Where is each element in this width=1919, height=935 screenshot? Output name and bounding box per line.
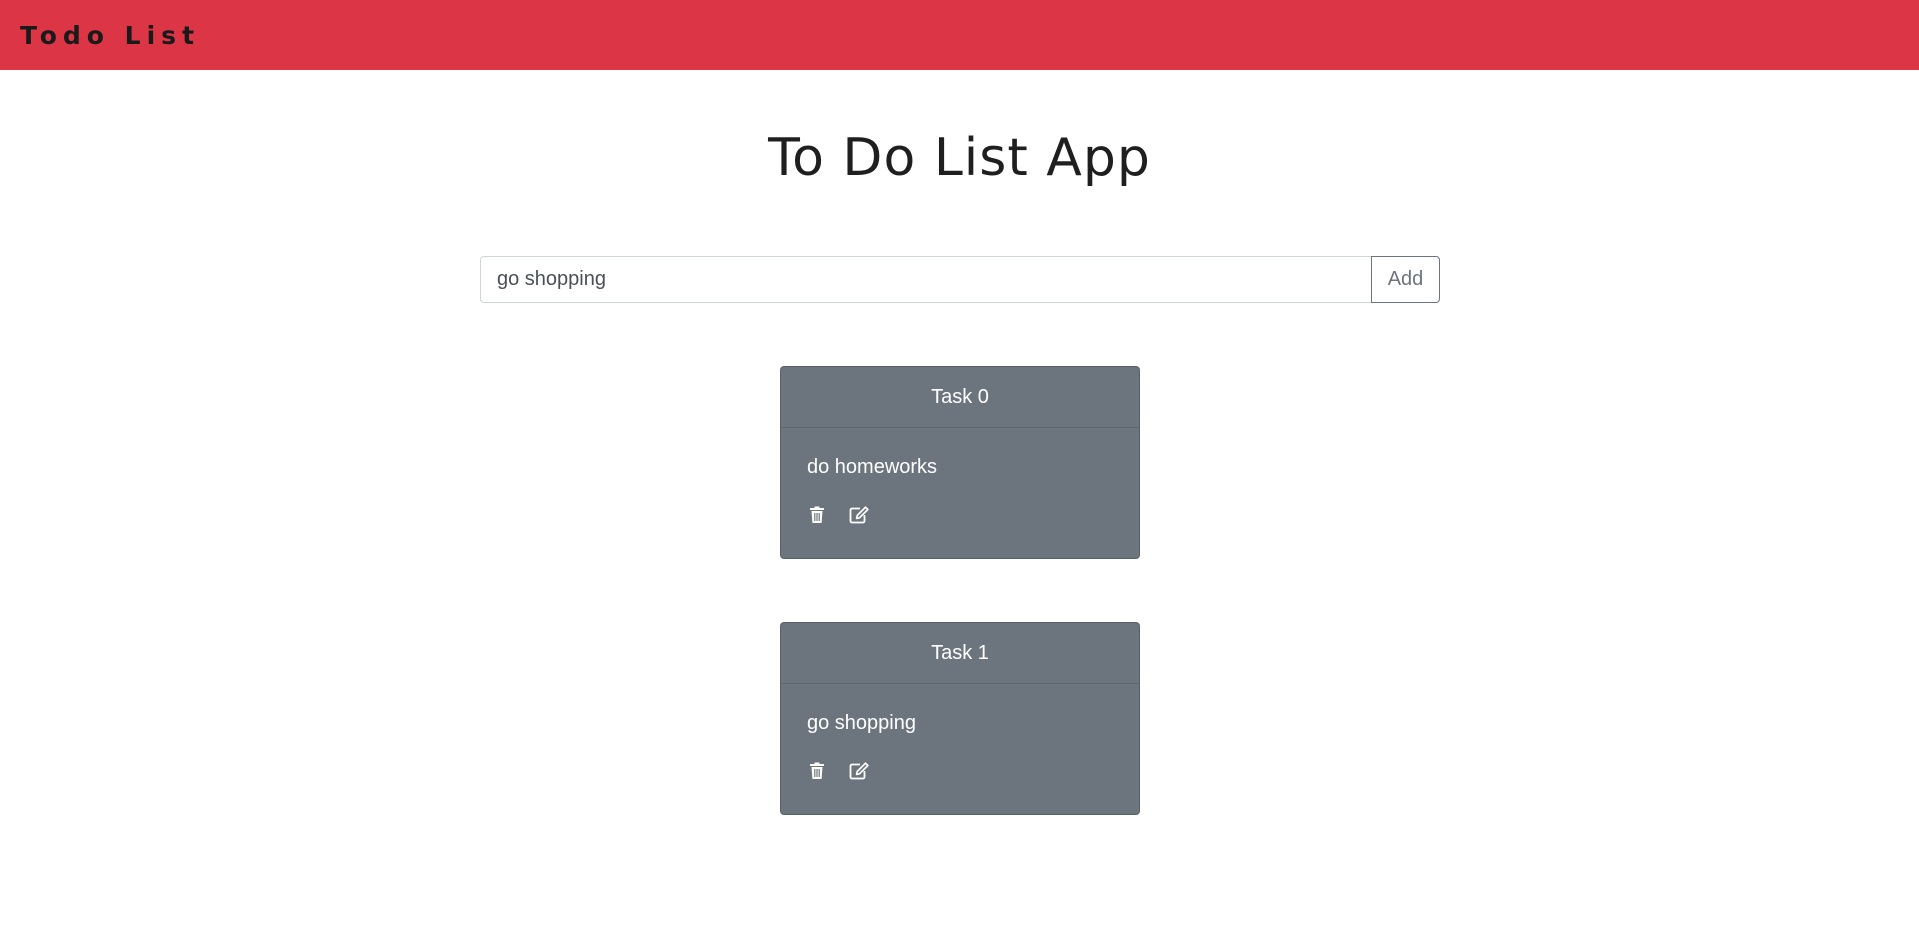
- task-card: Task 1 go shopping: [780, 622, 1140, 815]
- navbar-brand[interactable]: Todo List: [20, 21, 200, 50]
- task-card: Task 0 do homeworks: [780, 366, 1140, 559]
- trash-icon[interactable]: [807, 505, 827, 525]
- task-actions: [807, 505, 1113, 525]
- task-text: go shopping: [807, 712, 916, 734]
- task-list: Task 0 do homeworks Task 1 go shopping: [780, 366, 1140, 878]
- task-input[interactable]: [480, 256, 1371, 303]
- task-body: go shopping: [781, 684, 1139, 781]
- edit-icon[interactable]: [849, 505, 869, 525]
- task-header: Task 1: [781, 623, 1139, 684]
- add-task-form: Add: [480, 256, 1440, 303]
- add-button[interactable]: Add: [1371, 256, 1440, 303]
- navbar: Todo List: [0, 0, 1919, 70]
- edit-icon[interactable]: [849, 761, 869, 781]
- task-actions: [807, 761, 1113, 781]
- trash-icon[interactable]: [807, 761, 827, 781]
- task-body: do homeworks: [781, 428, 1139, 525]
- page-title: To Do List App: [768, 128, 1151, 188]
- task-text: do homeworks: [807, 456, 938, 478]
- task-header: Task 0: [781, 367, 1139, 428]
